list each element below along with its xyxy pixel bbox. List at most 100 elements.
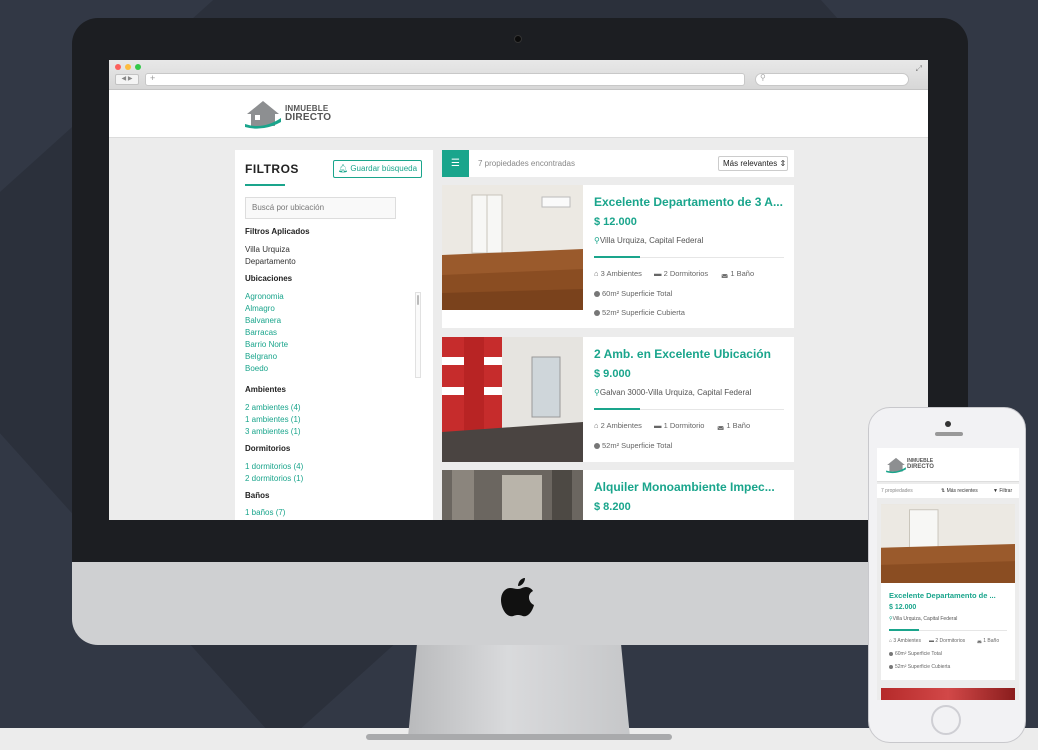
listing-card[interactable]: Alquiler Monoambiente Impec... $ 8.200 <box>442 470 794 520</box>
browser-search-bar[interactable]: ⚲ <box>755 73 909 86</box>
minimize-window-button[interactable] <box>125 64 131 70</box>
mobile-results-count: 7 propiedades <box>881 488 913 494</box>
camera-icon <box>514 35 522 43</box>
mobile-listing-location: ⚲Villa Urquiza, Capital Federal <box>889 616 957 622</box>
apple-icon <box>501 578 534 617</box>
save-search-button[interactable]: 🔔︎ Guardar búsqueda <box>333 160 422 178</box>
logo-text: INMUEBLE DIRECTO <box>285 104 331 123</box>
listing-price: $ 8.200 <box>594 501 631 513</box>
dormitorios-filter-link[interactable]: 2 dormitorios (1) <box>245 474 303 483</box>
browser-chrome: ◀ ▶ + ⚲ ⤢ <box>109 60 928 90</box>
listing-title[interactable]: 2 Amb. en Excelente Ubicación <box>594 347 786 361</box>
fullscreen-icon[interactable]: ⤢ <box>916 64 922 74</box>
feature-surface-covered: 52m² Superficie Cubierta <box>594 308 685 317</box>
search-icon: ⚲ <box>760 73 766 82</box>
home-logo-icon <box>886 457 906 474</box>
feature-text: 52m² Superficie Cubierta <box>602 308 685 317</box>
bell-icon: 🔔︎ <box>337 164 351 173</box>
feature-banos: ◛ 1 Baño <box>721 269 754 278</box>
listing-photo[interactable] <box>442 337 583 462</box>
phone-home-button[interactable] <box>931 705 961 735</box>
mobile-listing-card[interactable]: Excelente Departamento de ... $ 12.000 ⚲… <box>881 504 1015 680</box>
mobile-device: INMUEBLE DIRECTO 7 propiedades ⇅ Más rec… <box>868 407 1026 743</box>
list-view-button[interactable]: ☰ <box>442 150 469 177</box>
mobile-listing-title[interactable]: Excelente Departamento de ... <box>889 591 1011 600</box>
mobile-filter-button[interactable]: ▼ Filtrar <box>993 488 1012 494</box>
scrollbar-thumb[interactable] <box>417 295 419 305</box>
feature-text: 60m² Superficie Total <box>602 289 673 298</box>
feature-banos: ◛ 1 Baño <box>717 421 750 430</box>
locations-scrollbar[interactable] <box>415 292 421 378</box>
listing-title[interactable]: Alquiler Monoambiente Impec... <box>594 480 786 494</box>
locations-heading: Ubicaciones <box>245 274 293 283</box>
bath-icon: ◛ <box>721 269 731 278</box>
ambientes-filter-link[interactable]: 2 ambientes (4) <box>245 403 301 412</box>
mobile-screen: INMUEBLE DIRECTO 7 propiedades ⇅ Más rec… <box>877 448 1019 700</box>
listing-price: $ 12.000 <box>594 216 637 228</box>
results-count: 7 propiedades encontradas <box>478 159 575 168</box>
close-window-button[interactable] <box>115 64 121 70</box>
feature-surface-total: 60m² Superficie Total <box>889 651 942 657</box>
applied-filters-heading: Filtros Aplicados <box>245 227 310 236</box>
banos-filter-link[interactable]: 1 baños (7) <box>245 508 285 517</box>
filters-sidebar: FILTROS 🔔︎ Guardar búsqueda Buscá por ub… <box>235 150 433 520</box>
circle-icon <box>594 443 600 449</box>
feature-text: 3 Ambientes <box>600 269 642 278</box>
ambientes-filter-link[interactable]: 3 ambientes (1) <box>245 427 301 436</box>
mobile-logo-text: INMUEBLE DIRECTO <box>907 458 934 470</box>
circle-icon <box>889 665 893 669</box>
location-link[interactable]: Almagro <box>245 304 275 313</box>
imac-stand <box>408 645 630 737</box>
listing-location: ⚲Villa Urquiza, Capital Federal <box>594 236 703 245</box>
bed-icon: ▬ <box>654 269 664 278</box>
feature-banos: ◛ 1 Baño <box>977 638 999 644</box>
mobile-logo[interactable]: INMUEBLE DIRECTO <box>885 456 955 476</box>
home-logo-icon <box>245 101 281 129</box>
listing-title[interactable]: Excelente Departamento de 3 A... <box>594 195 786 209</box>
banos-heading: Baños <box>245 491 270 500</box>
listing-location-text: Villa Urquiza, Capital Federal <box>599 236 704 245</box>
mobile-toolbar: 7 propiedades ⇅ Más recientes ▼ Filtrar <box>877 484 1019 498</box>
location-link[interactable]: Agronomia <box>245 292 284 301</box>
home-icon: ⌂ <box>594 269 601 278</box>
new-tab-icon[interactable]: + <box>150 73 155 83</box>
applied-filter[interactable]: Villa Urquiza <box>245 245 290 254</box>
list-icon: ☰ <box>451 158 460 169</box>
applied-filter[interactable]: Departamento <box>245 257 296 266</box>
mobile-next-listing-photo[interactable] <box>881 688 1015 700</box>
location-link[interactable]: Barracas <box>245 328 277 337</box>
mobile-sort-button[interactable]: ⇅ Más recientes <box>941 488 978 494</box>
listing-price: $ 9.000 <box>594 368 631 380</box>
location-link[interactable]: Balvanera <box>245 316 281 325</box>
address-bar[interactable]: + <box>145 73 745 86</box>
listing-photo[interactable] <box>442 470 583 520</box>
circle-icon <box>594 291 600 297</box>
feature-text: 2 Ambientes <box>600 421 642 430</box>
feature-text: 1 Dormitorio <box>663 421 705 430</box>
location-link[interactable]: Belgrano <box>245 352 277 361</box>
logo-line-2: DIRECTO <box>907 464 934 470</box>
mobile-header: INMUEBLE DIRECTO <box>877 448 1019 482</box>
mobile-sort-label: Más recientes <box>946 488 978 494</box>
showcase-scene: ◀ ▶ + ⚲ ⤢ INMUEBLE DIRECTO FILTROS 🔔︎ Gu… <box>0 0 1038 750</box>
feature-ambientes: ⌂ 2 Ambientes <box>594 421 642 430</box>
mobile-listing-photo[interactable] <box>881 504 1015 583</box>
location-search-input[interactable]: Buscá por ubicación <box>245 197 396 219</box>
title-underline <box>245 184 285 186</box>
ambientes-filter-link[interactable]: 1 ambientes (1) <box>245 415 301 424</box>
back-forward-buttons[interactable]: ◀ ▶ <box>115 74 139 85</box>
location-link[interactable]: Barrio Norte <box>245 340 288 349</box>
listing-card[interactable]: 2 Amb. en Excelente Ubicación $ 9.000 ⚲G… <box>442 337 794 462</box>
listing-photo[interactable] <box>442 185 583 310</box>
bed-icon: ▬ <box>654 421 664 430</box>
circle-icon <box>889 652 893 656</box>
save-search-label: Guardar búsqueda <box>350 164 418 173</box>
location-link[interactable]: Boedo <box>245 364 268 373</box>
listing-card[interactable]: Excelente Departamento de 3 A... $ 12.00… <box>442 185 794 328</box>
site-logo[interactable]: INMUEBLE DIRECTO <box>243 98 363 130</box>
maximize-window-button[interactable] <box>135 64 141 70</box>
sort-select[interactable]: Más relevantes ⇕ <box>718 156 788 171</box>
dormitorios-filter-link[interactable]: 1 dormitorios (4) <box>245 462 303 471</box>
phone-speaker <box>935 432 963 436</box>
mobile-filter-label: Filtrar <box>999 488 1013 494</box>
